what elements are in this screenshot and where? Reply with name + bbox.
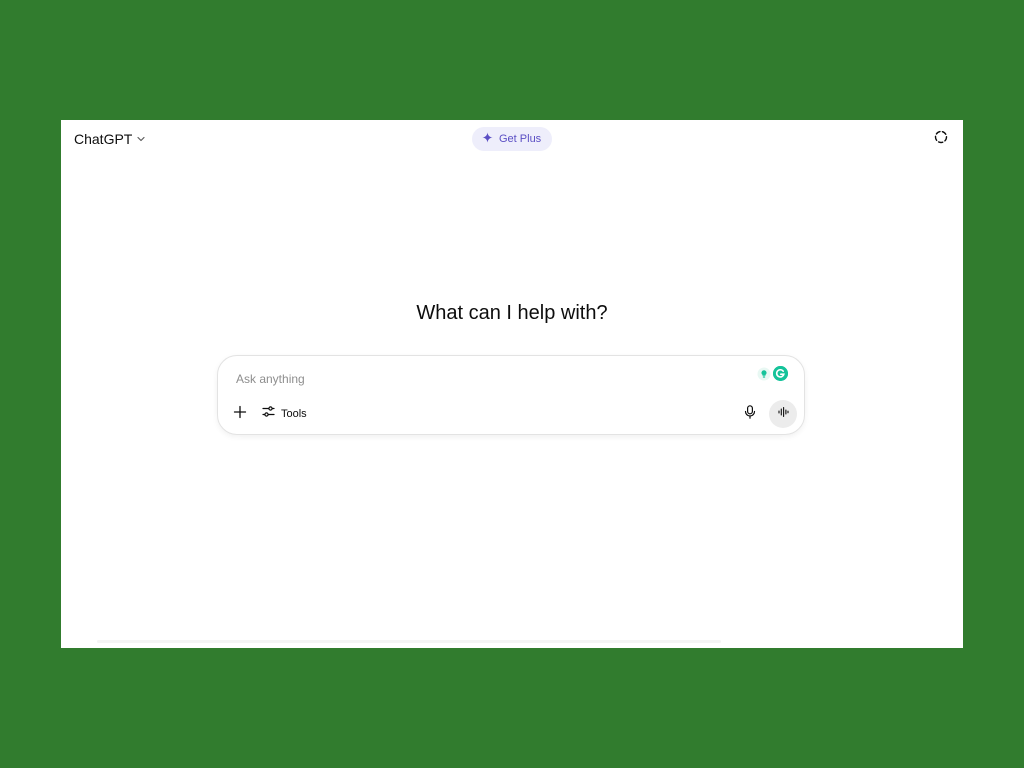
chevron-down-icon [136,134,146,144]
plus-icon [233,405,247,424]
voice-mode-button[interactable] [769,400,797,428]
tools-button[interactable]: Tools [258,404,311,424]
tools-label: Tools [281,408,307,420]
chatgpt-window: ChatGPT Get Plus What can I help with? A… [61,120,963,648]
composer-toolbar: Tools [230,404,311,424]
model-name: ChatGPT [74,131,133,147]
get-plus-button[interactable]: Get Plus [472,127,553,151]
attach-button[interactable] [230,404,250,424]
sliders-icon [262,405,275,423]
get-plus-label: Get Plus [499,133,542,145]
dictate-button[interactable] [740,404,760,424]
grammarly-logo-icon[interactable] [773,366,788,381]
dashed-circle-icon [934,130,948,149]
page-headline: What can I help with? [416,302,608,324]
temporary-chat-button[interactable] [931,129,951,149]
top-bar: ChatGPT Get Plus [61,120,963,160]
composer: Tools [217,355,805,435]
lightbulb-icon[interactable] [757,367,771,381]
grammarly-widget [757,366,788,381]
bottom-divider [97,640,721,643]
sound-wave-icon [777,405,789,423]
prompt-input[interactable] [234,368,738,390]
model-selector-button[interactable]: ChatGPT [70,128,150,150]
microphone-icon [744,404,756,424]
sparkle-icon [482,130,493,148]
